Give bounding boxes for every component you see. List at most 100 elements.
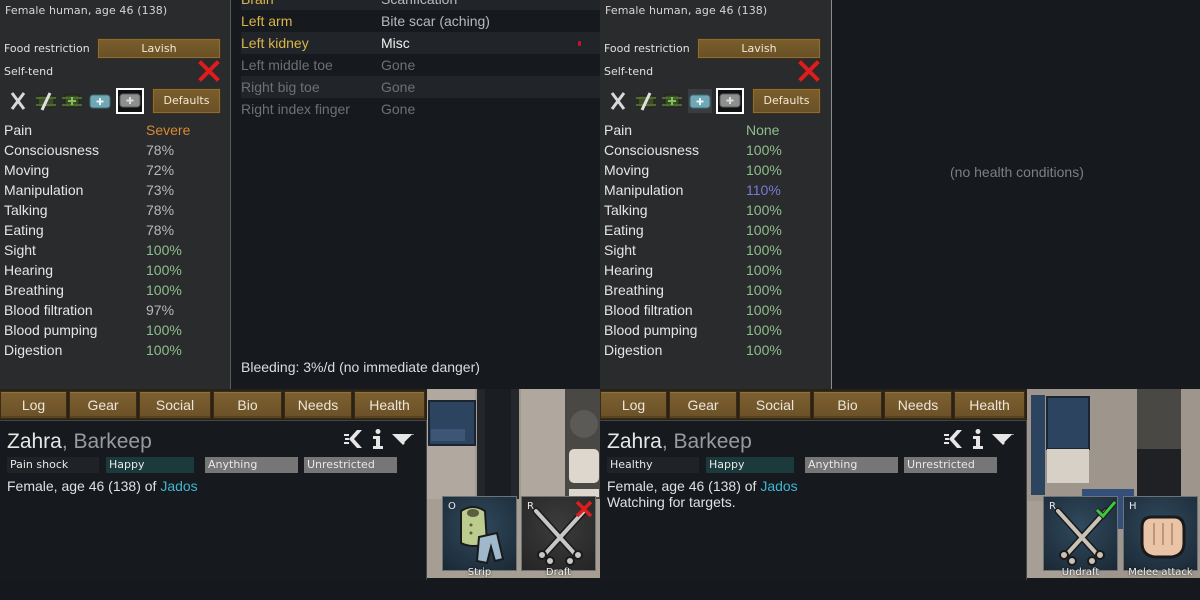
capacity-row[interactable]: Consciousness 100% <box>604 141 826 161</box>
capacity-name: Digestion <box>604 342 663 358</box>
capacity-row[interactable]: Sight 100% <box>604 241 826 261</box>
capacity-value: 100% <box>146 322 182 338</box>
tab-social[interactable]: Social <box>139 391 211 419</box>
hediff-row[interactable]: Left kidney Misc <box>241 32 600 54</box>
capacity-value: 100% <box>746 142 782 158</box>
chevron-down-icon[interactable] <box>991 430 1015 448</box>
tab-log[interactable]: Log <box>0 391 67 419</box>
herbal-medicine-icon[interactable] <box>60 89 84 113</box>
hediff-row[interactable]: Left arm Bite scar (aching) <box>241 10 600 32</box>
capacity-row[interactable]: Blood filtration 97% <box>4 301 226 321</box>
pawn-name: Zahra, Barkeep <box>607 430 752 454</box>
hediff-row[interactable]: Right index finger Gone <box>241 98 600 120</box>
self-tend-toggle[interactable] <box>798 60 820 82</box>
area-restriction-tag[interactable]: Unrestricted <box>304 457 397 473</box>
capacity-value: 100% <box>746 322 782 338</box>
capacity-value: 78% <box>146 202 175 218</box>
industrial-medicine-icon[interactable] <box>688 89 712 113</box>
capacity-row[interactable]: Pain None <box>604 121 826 141</box>
hediff-condition: Gone <box>381 57 416 73</box>
food-policy-tag[interactable]: Anything <box>205 457 298 473</box>
capacity-row[interactable]: Blood pumping 100% <box>604 321 826 341</box>
area-restriction-tag[interactable]: Unrestricted <box>904 457 997 473</box>
capacity-row[interactable]: Talking 78% <box>4 201 226 221</box>
capacity-row[interactable]: Eating 100% <box>604 221 826 241</box>
tab-health[interactable]: Health <box>954 391 1025 419</box>
undraft-command[interactable]: R Undraft <box>1043 496 1118 578</box>
hotkey: R <box>527 501 534 512</box>
pawn-first-name: Zahra <box>7 430 62 453</box>
capacity-row[interactable]: Sight 100% <box>4 241 226 261</box>
rename-icon[interactable] <box>943 428 965 450</box>
hediff-row[interactable]: Left middle toe Gone <box>241 54 600 76</box>
capacity-row[interactable]: Manipulation 73% <box>4 181 226 201</box>
hediff-row[interactable]: Brain Scarification <box>241 0 600 10</box>
rename-icon[interactable] <box>343 428 365 450</box>
faction-link[interactable]: Jados <box>760 478 797 494</box>
tab-gear[interactable]: Gear <box>69 391 137 419</box>
tab-log[interactable]: Log <box>600 391 667 419</box>
capacity-row[interactable]: Moving 100% <box>604 161 826 181</box>
health-status-tag: Healthy <box>607 457 699 473</box>
capacity-value: 72% <box>146 162 175 178</box>
tab-bio[interactable]: Bio <box>213 391 282 419</box>
hediff-row[interactable]: Right big toe Gone <box>241 76 600 98</box>
food-restriction-button[interactable]: Lavish <box>697 38 821 59</box>
industrial-medicine-icon[interactable] <box>88 89 112 113</box>
tab-needs[interactable]: Needs <box>884 391 952 419</box>
pawn-description: Female, age 46 (138) of Jados Watching fo… <box>607 478 798 510</box>
capacity-row[interactable]: Hearing 100% <box>604 261 826 281</box>
capacity-row[interactable]: Blood pumping 100% <box>4 321 226 341</box>
capacity-row[interactable]: Eating 78% <box>4 221 226 241</box>
capacity-row[interactable]: Blood filtration 100% <box>604 301 826 321</box>
capacity-row[interactable]: Manipulation 110% <box>604 181 826 201</box>
food-policy-tag[interactable]: Anything <box>805 457 898 473</box>
food-restriction-button[interactable]: Lavish <box>97 38 221 59</box>
capacity-row[interactable]: Breathing 100% <box>4 281 226 301</box>
no-care-icon[interactable] <box>8 89 32 113</box>
capacity-value: 100% <box>146 262 182 278</box>
capacity-value: 100% <box>746 202 782 218</box>
info-icon[interactable] <box>970 428 986 450</box>
self-tend-label: Self-tend <box>4 65 54 78</box>
capacity-row[interactable]: Consciousness 78% <box>4 141 226 161</box>
glitterworld-medicine-icon[interactable] <box>716 88 744 114</box>
mood-tag[interactable]: Happy <box>106 457 194 473</box>
info-icon[interactable] <box>370 428 386 450</box>
mood-tag[interactable]: Happy <box>706 457 794 473</box>
no-meds-icon[interactable] <box>34 89 58 113</box>
capacity-value: 100% <box>146 282 182 298</box>
glitterworld-medicine-icon[interactable] <box>116 88 144 114</box>
tab-health[interactable]: Health <box>354 391 425 419</box>
defaults-button[interactable]: Defaults <box>752 88 821 114</box>
capacity-name: Blood pumping <box>604 322 698 338</box>
defaults-button[interactable]: Defaults <box>152 88 221 114</box>
capacity-row[interactable]: Moving 72% <box>4 161 226 181</box>
capacity-row[interactable]: Talking 100% <box>604 201 826 221</box>
tab-social[interactable]: Social <box>739 391 811 419</box>
capacity-row[interactable]: Hearing 100% <box>4 261 226 281</box>
tab-bio[interactable]: Bio <box>813 391 882 419</box>
fist-icon <box>1140 515 1186 559</box>
bottom-bar <box>0 580 600 600</box>
capacity-value: 100% <box>746 242 782 258</box>
draft-command[interactable]: R Draft <box>521 496 596 578</box>
tab-needs[interactable]: Needs <box>284 391 352 419</box>
capacity-name: Talking <box>4 202 48 218</box>
capacity-value: 78% <box>146 142 175 158</box>
herbal-medicine-icon[interactable] <box>660 89 684 113</box>
pawn-title: Barkeep <box>73 430 152 453</box>
capacity-row[interactable]: Breathing 100% <box>604 281 826 301</box>
capacity-row[interactable]: Digestion 100% <box>4 341 226 361</box>
capacity-row[interactable]: Digestion 100% <box>604 341 826 361</box>
chevron-down-icon[interactable] <box>391 430 415 448</box>
capacity-row[interactable]: Pain Severe <box>4 121 226 141</box>
tab-gear[interactable]: Gear <box>669 391 737 419</box>
faction-link[interactable]: Jados <box>160 478 197 494</box>
no-meds-icon[interactable] <box>634 89 658 113</box>
self-tend-toggle[interactable] <box>198 60 220 82</box>
strip-command[interactable]: O Strip <box>442 496 517 578</box>
hediff-condition: Gone <box>381 101 416 117</box>
no-care-icon[interactable] <box>608 89 632 113</box>
melee-attack-command[interactable]: H Melee attack <box>1123 496 1198 578</box>
